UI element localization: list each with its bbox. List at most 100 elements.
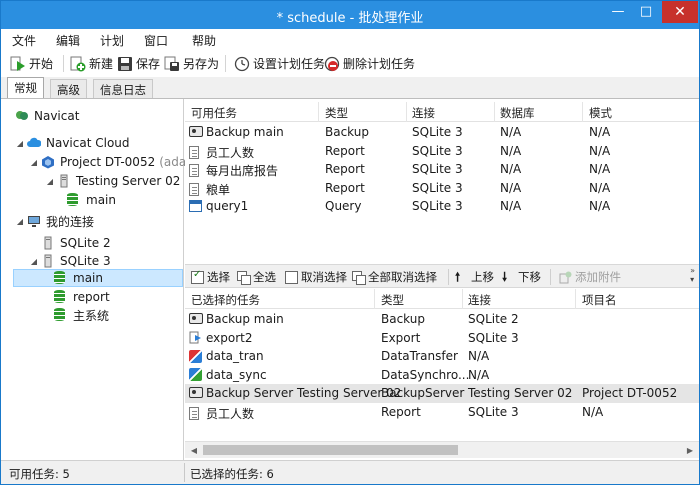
window-title: * schedule - 批处理作业 — [276, 11, 424, 26]
tree-item-navicat-cloud[interactable]: ◢ Navicat Cloud — [15, 134, 130, 152]
selected-tasks-grid: 已选择的任务 类型 连接 项目名 Backup main Backup SQLite… — [185, 289, 699, 441]
tree-item-sqlite2[interactable]: SQLite 2 — [41, 234, 111, 252]
table-row[interactable]: 每月出席报告 Report SQLite 3 N/A N/A — [185, 160, 699, 179]
connection-tree: Navicat ◢ Navicat Cloud ◢ Project DT-005… — [1, 99, 204, 461]
add-attachment-label: 添加附件 — [575, 270, 621, 284]
table-row[interactable]: export2 Export SQLite 3 — [185, 329, 699, 348]
minimize-button[interactable]: — — [603, 1, 633, 23]
toolbar: 开始 新建 保存 另存为 设置计划任务 删除计划任务 — [1, 50, 699, 77]
column-separator[interactable] — [406, 102, 407, 122]
save-as-button[interactable]: 另存为 — [164, 54, 219, 73]
cell-connection-text: N/A — [468, 367, 490, 382]
tree-item-project[interactable]: ◢ Project DT-0052 (adams — [29, 153, 204, 171]
menu-edit[interactable]: 编辑 — [56, 32, 80, 49]
column-separator[interactable] — [462, 289, 463, 309]
select-all-button[interactable]: 全选 — [237, 269, 276, 285]
table-row[interactable]: Backup Server Testing Server 02 BackupSer… — [185, 384, 699, 403]
column-header-connection[interactable]: 连接 — [468, 292, 491, 308]
cell-task-name-text: Backup Server Testing Server 02 — [206, 386, 402, 400]
column-separator[interactable] — [318, 102, 319, 122]
attachment-icon — [559, 271, 572, 284]
move-up-button[interactable]: 🠕 上移 — [455, 269, 494, 285]
cell-schema: N/A — [589, 162, 610, 176]
backup-icon — [189, 125, 203, 139]
table-row[interactable]: Backup main Backup SQLite 3 N/A N/A — [185, 123, 699, 142]
collapse-icon[interactable]: ◢ — [45, 177, 55, 186]
tree-item-label: Navicat — [34, 109, 80, 123]
scroll-left-icon[interactable]: ◀ — [187, 444, 201, 457]
tab-general[interactable]: 常规 — [7, 77, 44, 98]
menu-schedule[interactable]: 计划 — [100, 32, 124, 49]
maximize-button[interactable]: □ — [631, 1, 661, 23]
cell-type-text: Backup — [381, 312, 425, 326]
cell-connection: SQLite 3 — [468, 331, 519, 345]
cell-task-name: 员工人数 — [189, 144, 254, 161]
table-row[interactable]: 员工人数 Report SQLite 3 N/A N/A — [185, 142, 699, 161]
cell-connection: SQLite 3 — [412, 125, 463, 139]
table-row[interactable]: data_sync DataSynchro... N/A — [185, 366, 699, 385]
tree-item-my-connections[interactable]: ◢ 我的连接 — [15, 212, 94, 230]
column-header-task[interactable]: 可用任务 — [191, 105, 237, 121]
table-row[interactable]: 员工人数 Report SQLite 3 N/A — [185, 403, 699, 422]
select-all-icon — [237, 270, 251, 285]
start-button[interactable]: 开始 — [10, 54, 53, 73]
tree-item-s3-report[interactable]: report — [54, 288, 110, 306]
cell-database-text: N/A — [500, 162, 522, 176]
menu-help[interactable]: 帮助 — [192, 32, 216, 49]
column-separator[interactable] — [494, 102, 495, 122]
column-header-project[interactable]: 项目名 — [582, 292, 617, 308]
add-attachment-button[interactable]: 添加附件 — [559, 269, 621, 285]
overflow-chevron-icon[interactable]: » ▾ — [690, 266, 695, 284]
tree-item-s3-main-system[interactable]: 主系统 — [54, 306, 109, 324]
column-header-type[interactable]: 类型 — [325, 105, 348, 121]
tree-item-navicat[interactable]: Navicat — [15, 107, 79, 125]
tree-item-ts-main[interactable]: main — [67, 191, 116, 209]
main-content: Navicat ◢ Navicat Cloud ◢ Project DT-005… — [1, 98, 699, 461]
set-schedule-button[interactable]: 设置计划任务 — [234, 54, 325, 73]
save-button[interactable]: 保存 — [117, 54, 160, 73]
column-header-selected-task[interactable]: 已选择的任务 — [191, 292, 260, 308]
select-button[interactable]: 选择 — [191, 269, 230, 285]
tree-item-sqlite3[interactable]: ◢ SQLite 3 — [29, 252, 111, 270]
close-button[interactable]: ✕ — [662, 1, 698, 23]
cell-database: N/A — [500, 162, 521, 176]
tree-item-testing-server[interactable]: ◢ Testing Server 02 — [45, 172, 181, 190]
status-divider — [184, 463, 185, 482]
delete-schedule-button[interactable]: 删除计划任务 — [324, 54, 415, 73]
menu-file[interactable]: 文件 — [12, 32, 36, 49]
column-separator[interactable] — [575, 289, 576, 309]
table-row[interactable]: query1 Query SQLite 3 N/A N/A — [185, 197, 699, 216]
menu-window[interactable]: 窗口 — [144, 32, 168, 49]
deselect-all-button[interactable]: 全部取消选择 — [352, 269, 437, 285]
horizontal-scrollbar[interactable]: ◀ ▶ — [185, 441, 699, 458]
collapse-icon[interactable]: ◢ — [15, 217, 25, 226]
start-icon — [10, 56, 26, 72]
tab-message-log[interactable]: 信息日志 — [93, 79, 153, 98]
table-row[interactable]: Backup main Backup SQLite 2 — [185, 310, 699, 329]
collapse-icon[interactable]: ◢ — [15, 139, 25, 148]
cell-connection-text: N/A — [468, 349, 490, 363]
table-row[interactable]: data_tran DataTransfer N/A — [185, 347, 699, 366]
new-button[interactable]: 新建 — [70, 54, 113, 73]
move-down-button[interactable]: 🠗 下移 — [502, 269, 541, 285]
column-separator[interactable] — [374, 289, 375, 309]
scrollbar-thumb[interactable] — [203, 445, 458, 455]
column-header-connection[interactable]: 连接 — [412, 105, 435, 121]
tab-advanced[interactable]: 高级 — [50, 79, 87, 98]
collapse-icon[interactable]: ◢ — [29, 158, 39, 167]
deselect-label: 取消选择 — [301, 270, 347, 284]
tree-item-s3-main[interactable]: main — [13, 269, 183, 287]
column-header-type[interactable]: 类型 — [381, 292, 404, 308]
column-header-schema[interactable]: 模式 — [589, 105, 612, 121]
collapse-icon[interactable]: ◢ — [29, 257, 39, 266]
column-separator[interactable] — [582, 102, 583, 122]
column-header-database[interactable]: 数据库 — [500, 105, 535, 121]
table-row[interactable]: 粮单 Report SQLite 3 N/A N/A — [185, 179, 699, 198]
checkbox-checked-icon — [191, 269, 204, 284]
deselect-button[interactable]: 取消选择 — [285, 269, 347, 285]
cell-schema-text: N/A — [589, 143, 611, 158]
cell-type: Backup — [381, 312, 425, 326]
scroll-right-icon[interactable]: ▶ — [683, 444, 697, 457]
cell-connection: Testing Server 02 — [468, 386, 572, 400]
save-label: 保存 — [136, 57, 161, 71]
